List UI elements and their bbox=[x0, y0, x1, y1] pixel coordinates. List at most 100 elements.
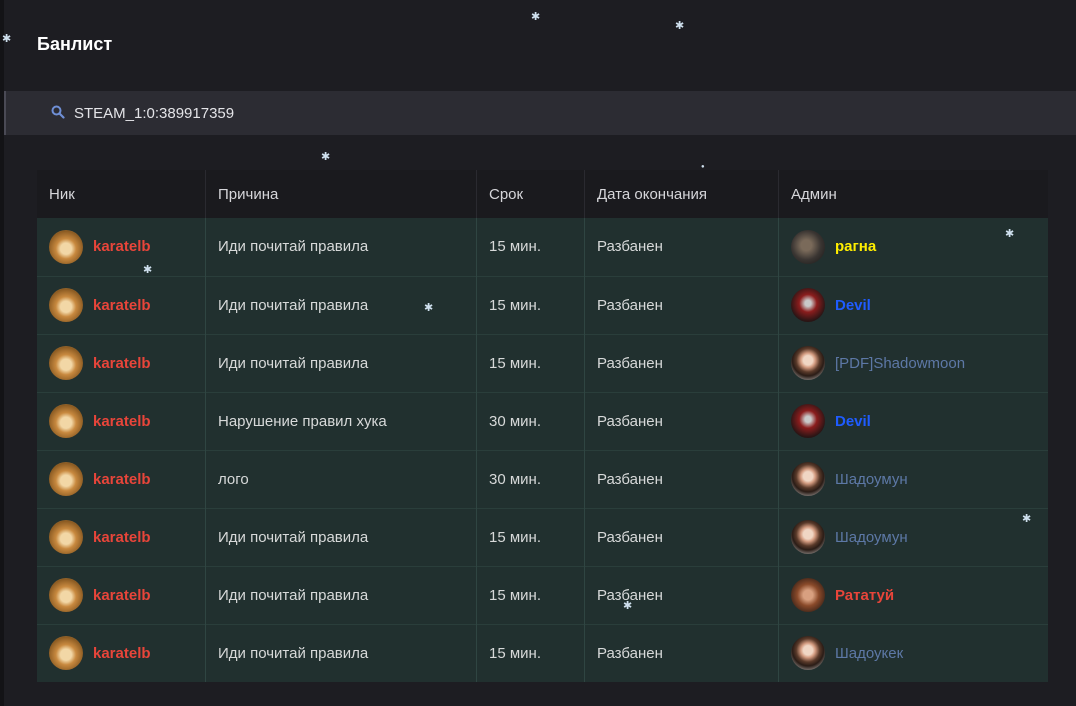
player-avatar[interactable] bbox=[49, 346, 83, 380]
page-title: Банлист bbox=[37, 34, 113, 54]
admin[interactable]: Шадоумун bbox=[791, 462, 1048, 496]
admin-avatar[interactable] bbox=[791, 229, 825, 264]
search-bar bbox=[4, 91, 1076, 135]
player-nick[interactable]: karatelb bbox=[93, 297, 151, 314]
search-input[interactable] bbox=[74, 91, 974, 135]
snowflake-icon: ✱ bbox=[1022, 513, 1032, 525]
player[interactable]: karatelb bbox=[49, 520, 205, 554]
player-nick[interactable]: karatelb bbox=[93, 355, 151, 372]
cell-reason: Иди почитай правила bbox=[205, 507, 477, 566]
cell-end-date: Разбанен bbox=[584, 507, 779, 566]
admin-avatar[interactable] bbox=[791, 636, 825, 671]
table-row[interactable]: karatelb Иди почитай правила 15 мин. Разбан… bbox=[37, 333, 1048, 392]
admin[interactable]: Devil bbox=[791, 404, 1048, 438]
cell-reason: Нарушение правил хука bbox=[205, 391, 477, 450]
cell-term: 15 мин. bbox=[476, 507, 585, 566]
player[interactable]: karatelb bbox=[49, 229, 205, 264]
cell-nick: karatelb bbox=[37, 449, 206, 508]
cell-end-date: Разбанен bbox=[584, 449, 779, 508]
table-row[interactable]: karatelb Иди почитай правила 15 мин. Разбан… bbox=[37, 565, 1048, 624]
table-header-row: Ник Причина Срок Дата окончания Админ bbox=[37, 170, 1048, 218]
header-admin[interactable]: Админ bbox=[779, 170, 1049, 218]
table-row[interactable]: karatelb Нарушение правил хука 30 мин. Разб… bbox=[37, 391, 1048, 450]
snowflake-icon: ✱ bbox=[2, 33, 12, 45]
admin[interactable]: [PDF]Shadowmoon bbox=[791, 346, 1048, 380]
player[interactable]: karatelb bbox=[49, 462, 205, 496]
cell-admin: Шадоумун bbox=[778, 449, 1048, 508]
snowflake-icon: ✱ bbox=[424, 302, 434, 314]
cell-end-date: Разбанен bbox=[584, 391, 779, 450]
cell-reason: Иди почитай правила bbox=[205, 333, 477, 392]
cell-end-date: Разбанен bbox=[584, 275, 779, 334]
admin-name[interactable]: рагна bbox=[835, 238, 876, 255]
admin-name[interactable]: Шадоумун bbox=[835, 471, 908, 488]
cell-nick: karatelb bbox=[37, 507, 206, 566]
admin-name[interactable]: Devil bbox=[835, 297, 871, 314]
snowflake-icon: ✱ bbox=[623, 600, 633, 612]
player-avatar[interactable] bbox=[49, 229, 83, 264]
cell-reason: Иди почитай правила bbox=[205, 218, 477, 276]
player-avatar[interactable] bbox=[49, 288, 83, 322]
snowflake-icon: ✱ bbox=[531, 11, 541, 23]
table-body: karatelb Иди почитай правила 15 мин. Разбан… bbox=[37, 218, 1048, 682]
player[interactable]: karatelb bbox=[49, 636, 205, 671]
admin-avatar[interactable] bbox=[791, 288, 825, 322]
table-row[interactable]: karatelb лого 30 мин. Разбанен Шадоумун bbox=[37, 449, 1048, 508]
cell-term: 15 мин. bbox=[476, 623, 585, 682]
admin-name[interactable]: Рататуй bbox=[835, 587, 894, 604]
player[interactable]: karatelb bbox=[49, 288, 205, 322]
player[interactable]: karatelb bbox=[49, 346, 205, 380]
cell-reason: Иди почитай правила bbox=[205, 623, 477, 682]
table-row[interactable]: karatelb Иди почитай правила 15 мин. Разбан… bbox=[37, 623, 1048, 682]
cell-term: 15 мин. bbox=[476, 333, 585, 392]
player-avatar[interactable] bbox=[49, 636, 83, 671]
table-row[interactable]: karatelb Иди почитай правила 15 мин. Разбан… bbox=[37, 218, 1048, 276]
admin-name[interactable]: Devil bbox=[835, 413, 871, 430]
player-nick[interactable]: karatelb bbox=[93, 645, 151, 662]
player-nick[interactable]: karatelb bbox=[93, 471, 151, 488]
admin-avatar[interactable] bbox=[791, 578, 825, 612]
header-reason[interactable]: Причина bbox=[205, 170, 477, 218]
admin[interactable]: Devil bbox=[791, 288, 1048, 322]
cell-term: 15 мин. bbox=[476, 275, 585, 334]
player-avatar[interactable] bbox=[49, 462, 83, 496]
cell-term: 30 мин. bbox=[476, 449, 585, 508]
admin-avatar[interactable] bbox=[791, 346, 825, 380]
header-end-date[interactable]: Дата окончания bbox=[584, 170, 779, 218]
admin[interactable]: Рататуй bbox=[791, 578, 1048, 612]
snowflake-icon: ✱ bbox=[143, 264, 153, 276]
table-row[interactable]: karatelb Иди почитай правила 15 мин. Разбан… bbox=[37, 275, 1048, 334]
cell-admin: Рататуй bbox=[778, 565, 1048, 624]
admin-avatar[interactable] bbox=[791, 462, 825, 496]
cell-admin: рагна bbox=[779, 218, 1049, 276]
header-nick[interactable]: Ник bbox=[37, 170, 206, 218]
cell-reason: Иди почитай правила bbox=[205, 275, 477, 334]
admin[interactable]: Шадоумун bbox=[791, 520, 1048, 554]
cell-nick: karatelb bbox=[37, 333, 206, 392]
admin-name[interactable]: Шадоумун bbox=[835, 529, 908, 546]
cell-reason: лого bbox=[205, 449, 477, 508]
player-nick[interactable]: karatelb bbox=[93, 529, 151, 546]
admin-avatar[interactable] bbox=[791, 520, 825, 554]
player-avatar[interactable] bbox=[49, 404, 83, 438]
player-avatar[interactable] bbox=[49, 520, 83, 554]
admin-name[interactable]: [PDF]Shadowmoon bbox=[835, 355, 965, 372]
player-nick[interactable]: karatelb bbox=[93, 587, 151, 604]
cell-nick: karatelb bbox=[37, 391, 206, 450]
cell-end-date: Разбанен bbox=[584, 333, 779, 392]
cell-admin: Devil bbox=[778, 275, 1048, 334]
table-row[interactable]: karatelb Иди почитай правила 15 мин. Разбан… bbox=[37, 507, 1048, 566]
cell-admin: Devil bbox=[778, 391, 1048, 450]
admin-name[interactable]: Шадоукек bbox=[835, 645, 903, 662]
admin[interactable]: Шадоукек bbox=[791, 636, 1048, 671]
cell-nick: karatelb bbox=[37, 623, 206, 682]
player[interactable]: karatelb bbox=[49, 578, 205, 612]
player-avatar[interactable] bbox=[49, 578, 83, 612]
player-nick[interactable]: karatelb bbox=[93, 238, 151, 255]
player-nick[interactable]: karatelb bbox=[93, 413, 151, 430]
admin-avatar[interactable] bbox=[791, 404, 825, 438]
header-term[interactable]: Срок bbox=[476, 170, 585, 218]
player[interactable]: karatelb bbox=[49, 404, 205, 438]
cell-term: 15 мин. bbox=[476, 565, 585, 624]
cell-term: 15 мин. bbox=[476, 218, 585, 276]
